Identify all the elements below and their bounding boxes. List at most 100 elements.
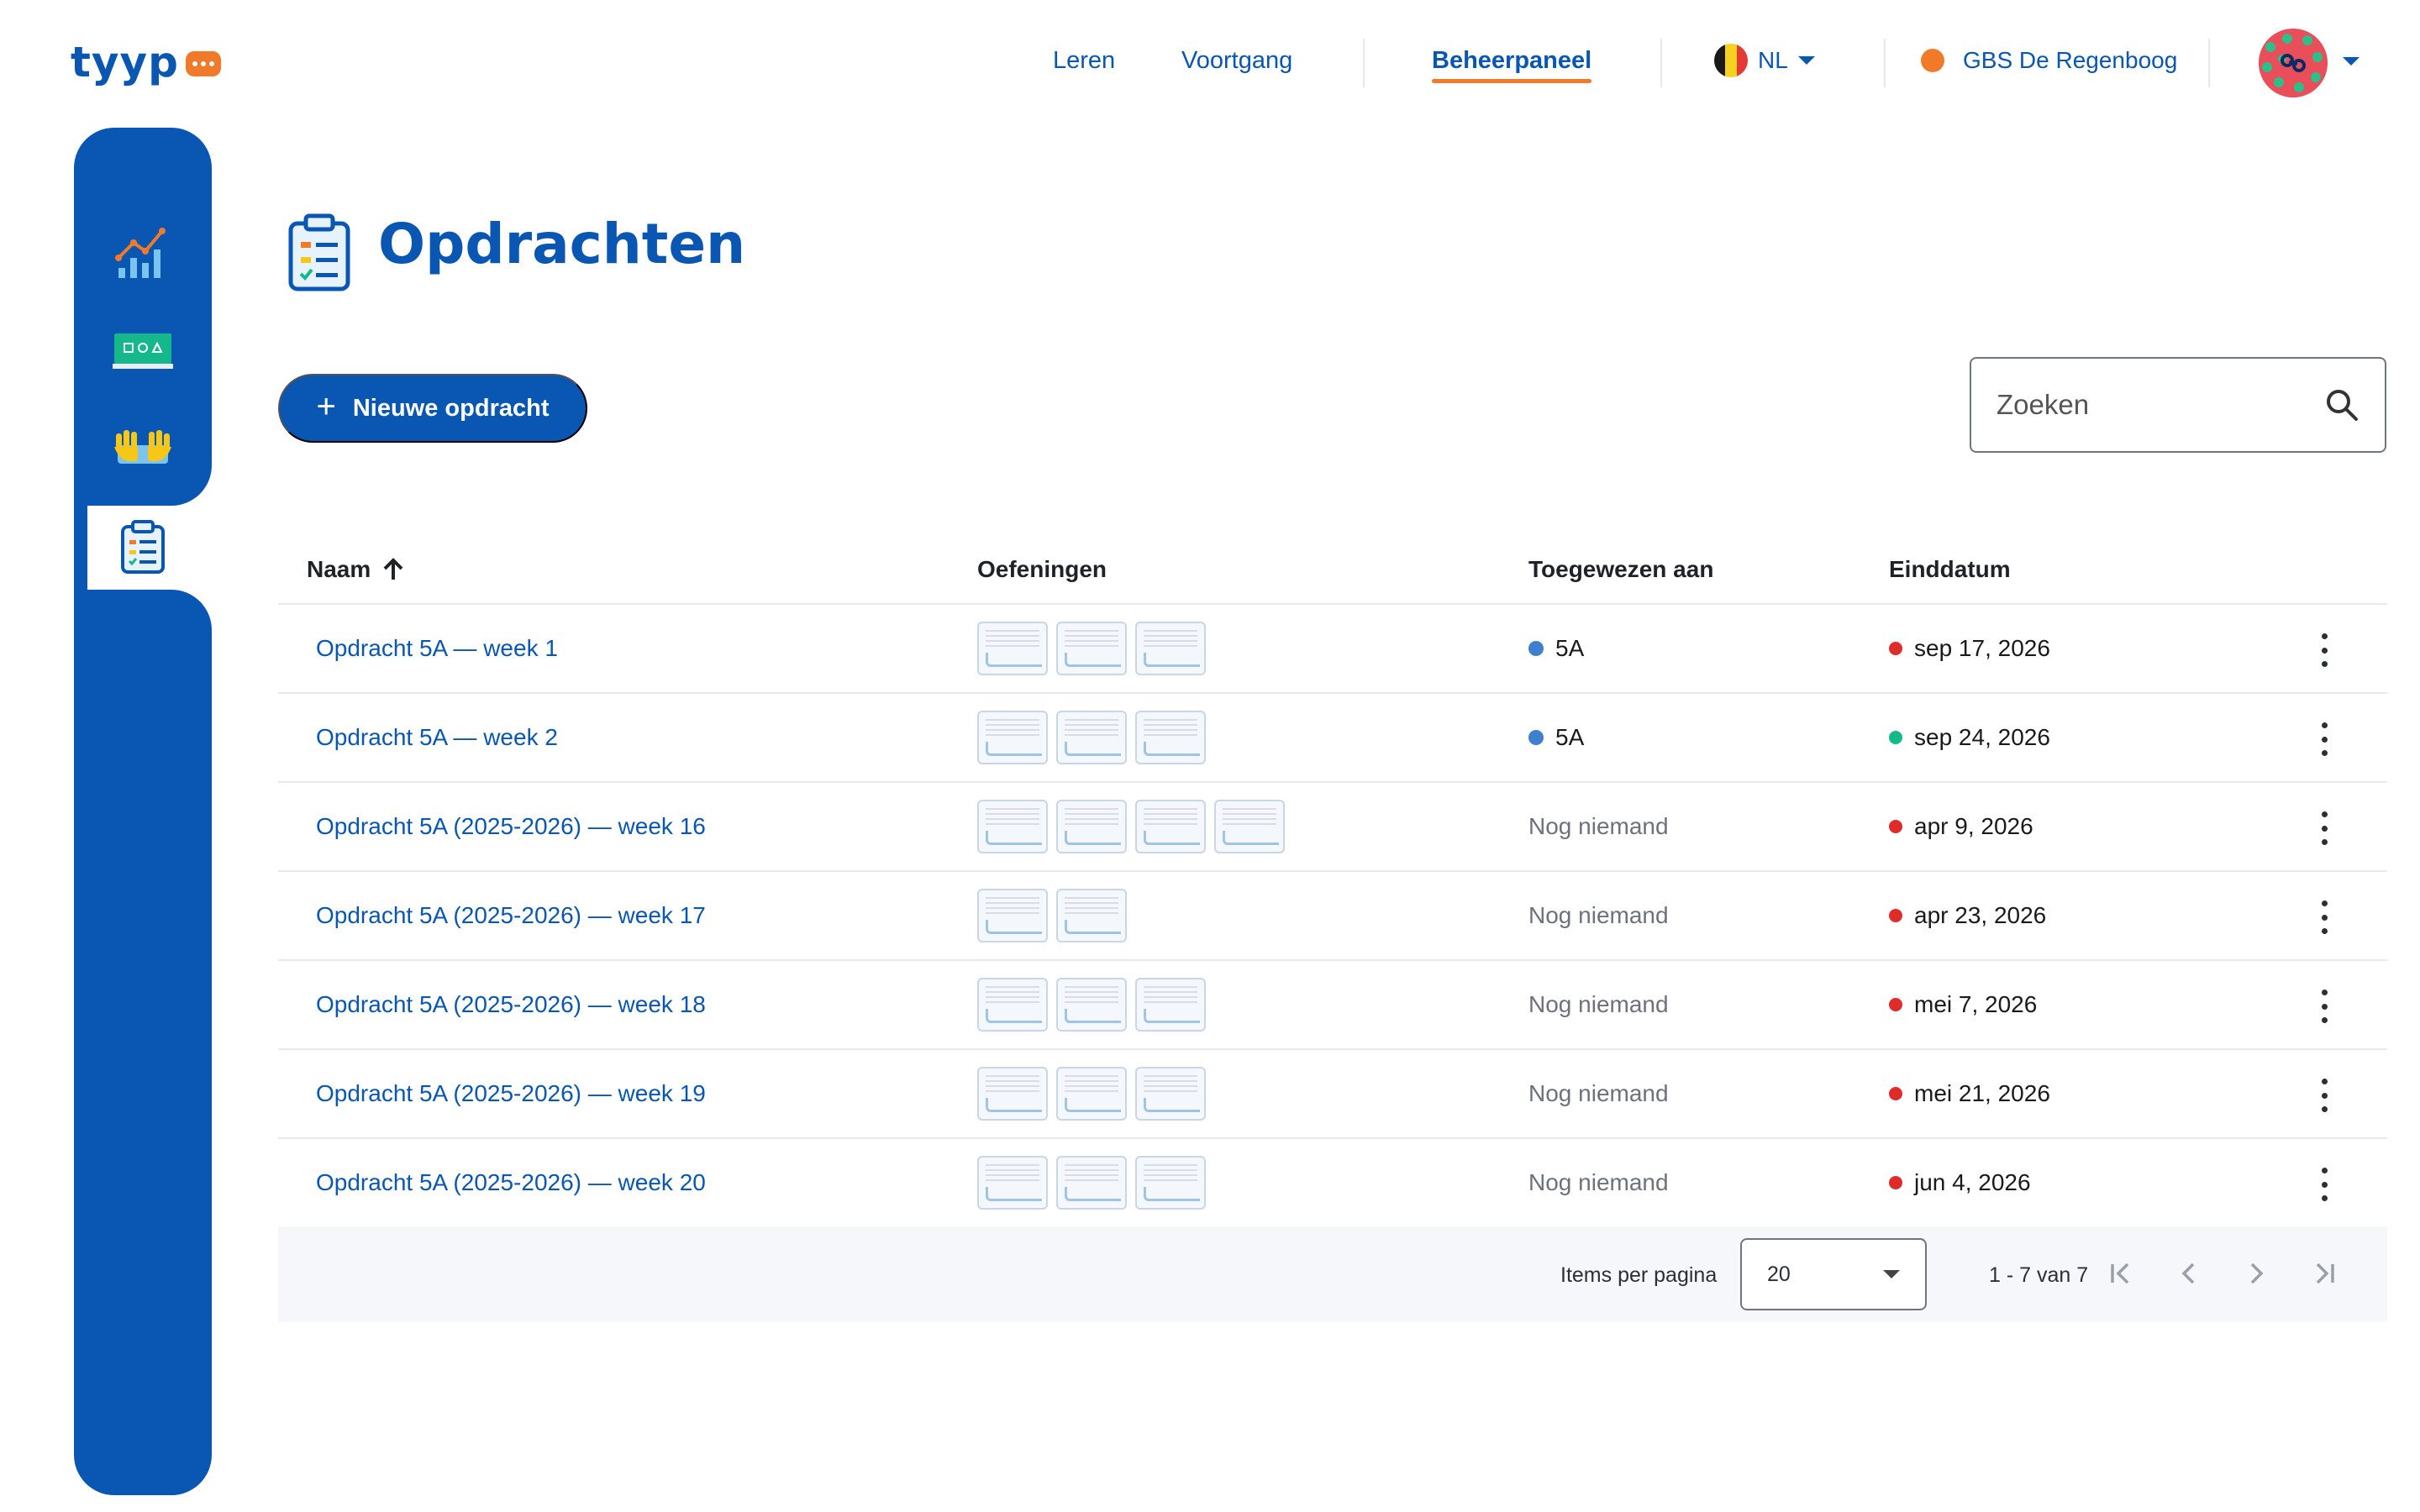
nav-divider [1363, 39, 1365, 87]
exercise-thumbnail[interactable] [1056, 1156, 1127, 1210]
exercise-thumbnail[interactable] [1056, 711, 1127, 764]
sidebar-item-assignments[interactable] [109, 514, 176, 581]
page-size-select[interactable]: 20 [1740, 1238, 1927, 1310]
cell-name: Opdracht 5A (2025-2026) — week 20 [316, 1139, 706, 1226]
sidebar-item-typing[interactable] [109, 415, 176, 482]
classroom-board-icon [113, 333, 173, 369]
new-assignment-button[interactable]: + Nieuwe opdracht [278, 374, 587, 443]
cell-exercises [977, 783, 1285, 870]
exercise-thumbnail[interactable] [1135, 978, 1206, 1032]
cell-assigned: Nog niemand [1528, 872, 1669, 959]
assignment-link[interactable]: Opdracht 5A (2025-2026) — week 16 [316, 813, 706, 840]
table-row[interactable]: Opdracht 5A (2025-2026) — week 17 Nog nie… [278, 872, 2387, 961]
more-options-icon[interactable] [2312, 990, 2337, 1023]
column-label: Naam [307, 556, 371, 582]
sidebar-panel-bottom [74, 590, 212, 1495]
search-input[interactable] [1996, 389, 2299, 421]
table-row[interactable]: Opdracht 5A (2025-2026) — week 20 Nog nie… [278, 1139, 2387, 1228]
nav-beheerpaneel[interactable]: Beheerpaneel [1432, 47, 1591, 75]
assignment-link[interactable]: Opdracht 5A (2025-2026) — week 19 [316, 1080, 706, 1107]
exercise-thumbnail[interactable] [1135, 1156, 1206, 1210]
class-dot [1528, 641, 1544, 656]
exercise-thumbnail[interactable] [977, 800, 1048, 853]
next-page-button[interactable] [2233, 1250, 2280, 1297]
table-row[interactable]: Opdracht 5A — week 2 5A sep 24, 2026 [278, 694, 2387, 783]
more-options-icon[interactable] [2312, 900, 2337, 934]
due-status-dot [1889, 1176, 1902, 1189]
assignment-link[interactable]: Opdracht 5A (2025-2026) — week 18 [316, 991, 706, 1018]
chevron-right-icon [2250, 1263, 2264, 1284]
exercise-thumbnail[interactable] [1056, 978, 1127, 1032]
logo[interactable]: tyyp [71, 37, 221, 87]
exercise-thumbnail[interactable] [1135, 711, 1206, 764]
exercise-thumbnail[interactable] [1135, 1067, 1206, 1121]
cell-assigned: 5A [1528, 694, 1584, 781]
new-assignment-label: Nieuwe opdracht [352, 394, 550, 422]
avatar[interactable] [2259, 29, 2328, 97]
assigned-label: Nog niemand [1528, 902, 1669, 928]
exercise-thumbnail[interactable] [977, 1067, 1048, 1121]
school-selector[interactable]: GBS De Regenboog [1921, 47, 2177, 74]
exercise-thumbnail[interactable] [1056, 622, 1127, 675]
exercise-thumbnail[interactable] [977, 622, 1048, 675]
more-options-icon[interactable] [2312, 1168, 2337, 1201]
belgium-flag-icon [1714, 44, 1748, 77]
nav-leren[interactable]: Leren [1053, 47, 1115, 75]
class-dot [1528, 730, 1544, 745]
cell-due-date: sep 24, 2026 [1889, 694, 2050, 781]
search-field[interactable] [1970, 357, 2386, 453]
assignment-link[interactable]: Opdracht 5A — week 1 [316, 635, 558, 662]
exercise-thumbnail[interactable] [1135, 800, 1206, 853]
cell-name: Opdracht 5A (2025-2026) — week 18 [316, 961, 706, 1048]
exercise-thumbnail[interactable] [977, 978, 1048, 1032]
chevron-down-icon [1883, 1270, 1900, 1278]
exercise-thumbnail[interactable] [1056, 889, 1127, 942]
chart-icon [115, 228, 166, 278]
table-header: Naam Oefeningen Toegewezen aan Einddatum [278, 522, 2387, 605]
more-options-icon[interactable] [2312, 811, 2337, 845]
assignment-link[interactable]: Opdracht 5A (2025-2026) — week 17 [316, 902, 706, 929]
exercise-thumbnail[interactable] [1056, 800, 1127, 853]
table-row[interactable]: Opdracht 5A (2025-2026) — week 16 Nog nie… [278, 783, 2387, 872]
cell-due-date: mei 21, 2026 [1889, 1050, 2050, 1137]
sidebar-item-classes[interactable] [109, 318, 176, 385]
column-header-naam[interactable]: Naam [307, 556, 404, 583]
chevron-down-icon[interactable] [2343, 57, 2360, 66]
exercise-thumbnail[interactable] [977, 889, 1048, 942]
column-header-oefeningen: Oefeningen [977, 556, 1107, 582]
table-row[interactable]: Opdracht 5A (2025-2026) — week 18 Nog nie… [278, 961, 2387, 1050]
speech-bubble-icon [185, 51, 221, 76]
active-tab-indicator [1432, 79, 1591, 83]
first-page-button[interactable] [2096, 1250, 2144, 1297]
cell-name: Opdracht 5A (2025-2026) — week 16 [316, 783, 706, 870]
last-page-button[interactable] [2302, 1250, 2349, 1297]
nav-voortgang[interactable]: Voortgang [1181, 47, 1292, 75]
exercise-thumbnail[interactable] [977, 711, 1048, 764]
sidebar [74, 128, 212, 1495]
assignments-table: Naam Oefeningen Toegewezen aan Einddatum… [278, 522, 2387, 1228]
cell-due-date: jun 4, 2026 [1889, 1139, 2031, 1226]
assignment-link[interactable]: Opdracht 5A (2025-2026) — week 20 [316, 1169, 706, 1196]
assignment-link[interactable]: Opdracht 5A — week 2 [316, 724, 558, 751]
assigned-label: Nog niemand [1528, 1080, 1669, 1106]
exercise-thumbnail[interactable] [1214, 800, 1285, 853]
table-row[interactable]: Opdracht 5A (2025-2026) — week 19 Nog nie… [278, 1050, 2387, 1139]
table-row[interactable]: Opdracht 5A — week 1 5A sep 17, 2026 [278, 605, 2387, 694]
exercise-thumbnail[interactable] [1135, 622, 1206, 675]
exercise-thumbnail[interactable] [977, 1156, 1048, 1210]
more-options-icon[interactable] [2312, 1079, 2337, 1112]
column-header-einddatum: Einddatum [1889, 556, 2011, 582]
exercise-thumbnail[interactable] [1056, 1067, 1127, 1121]
nav-divider [1660, 39, 1662, 87]
sidebar-item-statistics[interactable] [109, 220, 176, 287]
cell-exercises [977, 872, 1127, 959]
due-date: sep 17, 2026 [1914, 635, 2050, 661]
language-selector[interactable]: NL [1714, 44, 1815, 77]
previous-page-button[interactable] [2165, 1250, 2212, 1297]
more-options-icon[interactable] [2312, 633, 2337, 667]
more-options-icon[interactable] [2312, 722, 2337, 756]
first-page-icon [2111, 1263, 2129, 1284]
search-icon[interactable] [2324, 387, 2360, 423]
cell-name: Opdracht 5A — week 2 [316, 694, 558, 781]
due-date: apr 9, 2026 [1914, 813, 2033, 839]
